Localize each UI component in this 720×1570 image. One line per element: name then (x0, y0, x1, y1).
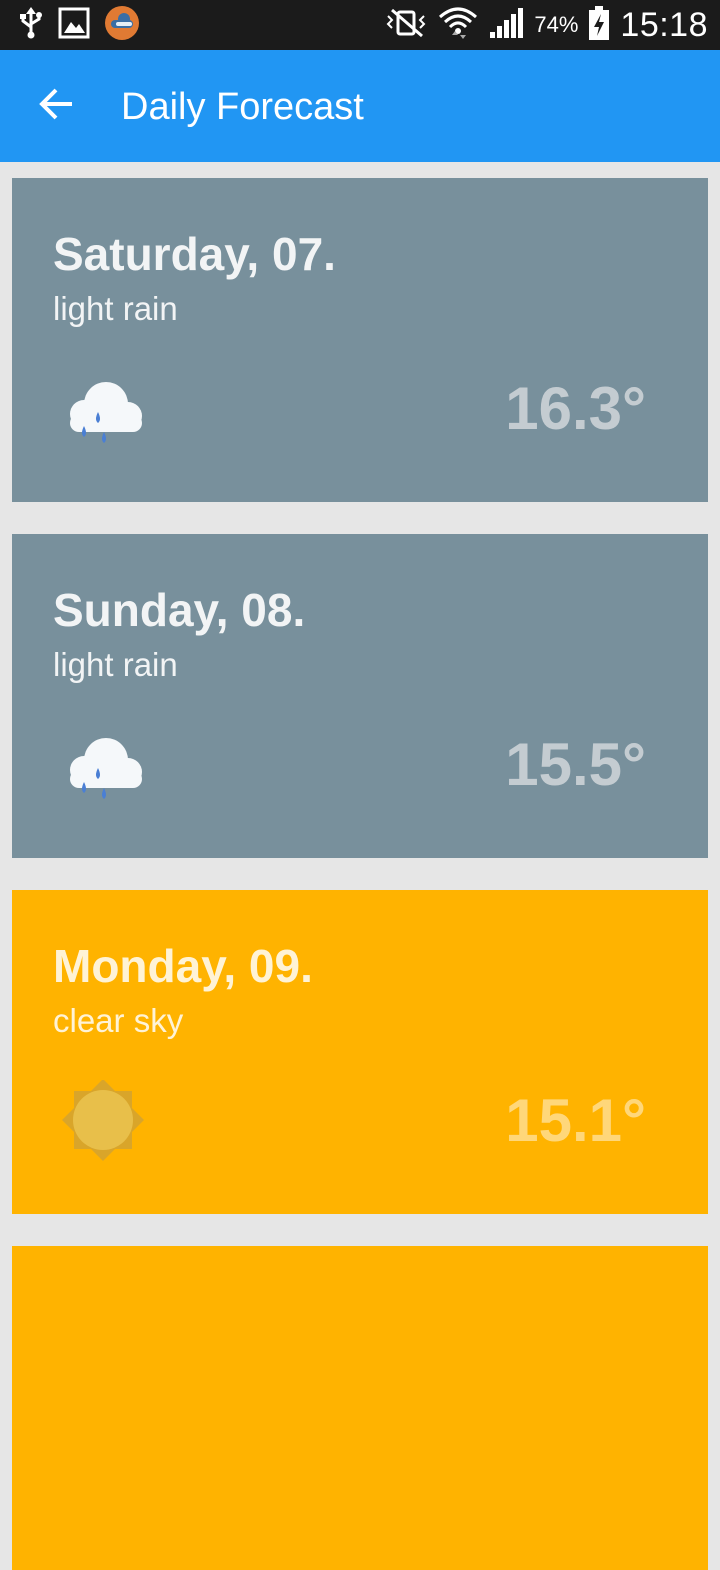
back-button[interactable] (28, 78, 84, 134)
arrow-left-icon (38, 88, 74, 125)
mute-vibrate-icon (384, 8, 428, 43)
gallery-icon (58, 7, 90, 44)
cell-signal-icon (488, 6, 524, 45)
forecast-card[interactable]: Saturday, 07. light rain 16.3° (12, 178, 708, 502)
rain-cloud-icon (54, 374, 154, 454)
forecast-card[interactable] (12, 1246, 708, 1570)
status-bar: 74% 15:18 (0, 0, 720, 50)
sun-icon (54, 1078, 154, 1166)
rain-cloud-icon (54, 730, 154, 810)
forecast-description: clear sky (53, 1002, 184, 1039)
forecast-description: light rain (53, 646, 178, 683)
battery-charging-icon (588, 5, 610, 46)
forecast-description: light rain (53, 290, 178, 327)
forecast-day: Monday, 09. (53, 940, 313, 992)
clock: 15:18 (620, 5, 708, 44)
forecast-day: Saturday, 07. (53, 228, 336, 280)
usb-icon (18, 6, 44, 44)
forecast-temperature: 16.3° (505, 375, 646, 442)
app-bar: Daily Forecast (0, 50, 720, 162)
forecast-card[interactable]: Sunday, 08. light rain 15.5° (12, 534, 708, 858)
page-title: Daily Forecast (121, 86, 364, 128)
forecast-day: Sunday, 08. (53, 584, 306, 636)
forecast-temperature: 15.1° (505, 1087, 646, 1154)
forecast-card[interactable]: Monday, 09. clear sky 15.1° (12, 890, 708, 1214)
weather-app-icon (104, 5, 140, 46)
wifi-icon (438, 5, 478, 46)
forecast-temperature: 15.5° (505, 731, 646, 798)
battery-percent: 74% (534, 12, 579, 37)
